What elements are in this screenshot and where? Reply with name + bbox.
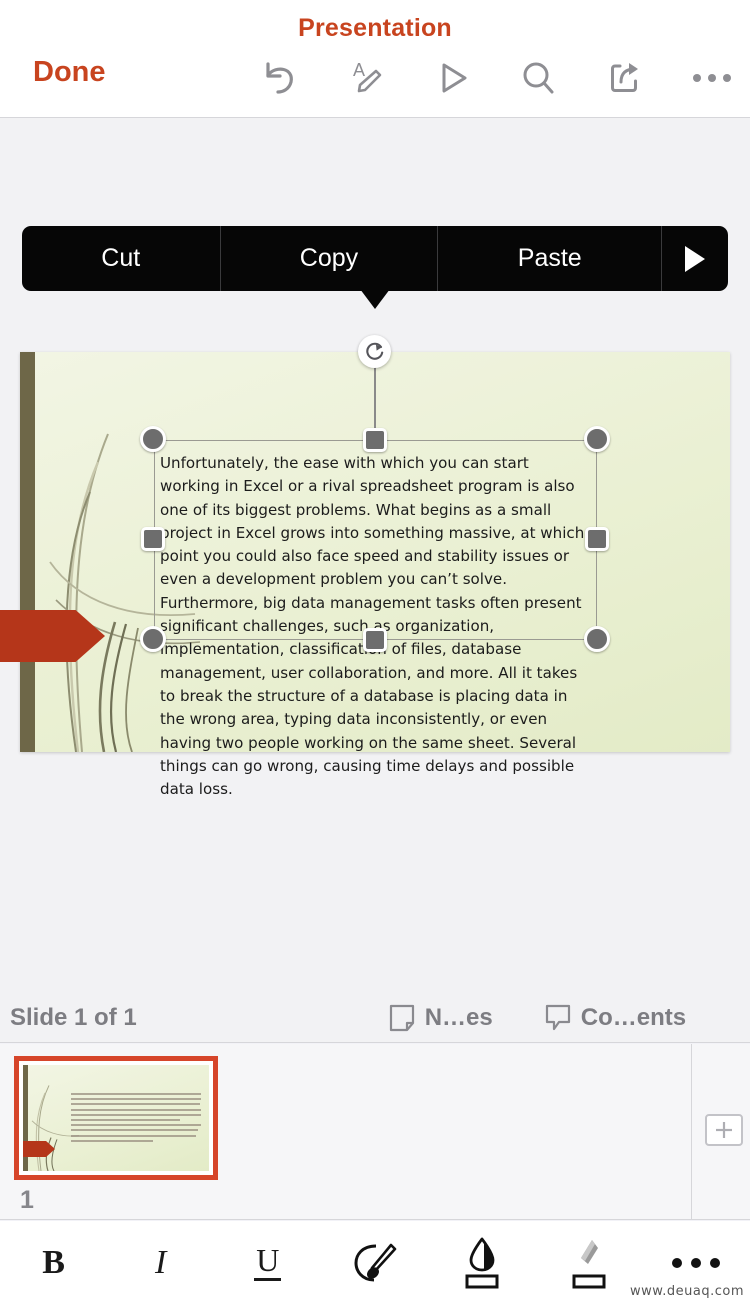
highlight-color-button[interactable] [536, 1221, 643, 1304]
play-icon [442, 63, 467, 93]
resize-handle-middle-left[interactable] [141, 527, 165, 551]
top-toolbar-icons: A [250, 50, 740, 106]
context-menu-pointer [360, 289, 390, 309]
italic-icon: I [155, 1243, 167, 1281]
thumbnail-text-lines [71, 1093, 201, 1145]
resize-handle-bottom-right[interactable] [584, 626, 610, 652]
highlight-color-icon [572, 1239, 606, 1288]
watermark: www.deuaq.com [630, 1284, 744, 1299]
fill-color-button[interactable] [429, 1221, 536, 1304]
comment-icon [545, 1004, 570, 1030]
slide-thumbnail-strip: 1 [0, 1044, 750, 1220]
top-toolbar: Presentation Done A [0, 0, 750, 118]
paste-menu-item[interactable]: Paste [438, 226, 662, 291]
rotate-icon [365, 342, 383, 360]
thumbnail-number: 1 [20, 1186, 34, 1214]
cut-menu-item[interactable]: Cut [22, 226, 221, 291]
thumbnail-frame [14, 1056, 218, 1180]
share-button[interactable] [597, 50, 653, 106]
notes-icon [389, 1004, 414, 1031]
format-painter-button[interactable] [321, 1221, 428, 1304]
context-menu-next-button[interactable] [662, 226, 728, 291]
page-title: Presentation [298, 14, 452, 42]
svg-text:A: A [353, 60, 365, 80]
resize-handle-top-left[interactable] [140, 426, 166, 452]
powerpoint-mobile-screen: Presentation Done A Unfortunately, the e… [0, 0, 750, 1304]
undo-icon [266, 62, 293, 94]
comments-label: Co…ents [580, 1003, 687, 1031]
thumbnail-strip-divider [691, 1044, 692, 1220]
notes-label: N…es [424, 1003, 493, 1031]
resize-handle-bottom-center[interactable] [363, 628, 387, 652]
bold-button[interactable]: B [0, 1221, 107, 1304]
text-edit-icon: A [353, 60, 382, 93]
resize-handle-middle-right[interactable] [585, 527, 609, 551]
underline-icon: U [254, 1244, 282, 1281]
slide-counter: Slide 1 of 1 [10, 1003, 137, 1031]
status-bar: Slide 1 of 1 N…es Co…ents [0, 993, 750, 1043]
done-button[interactable]: Done [33, 56, 106, 89]
undo-button[interactable] [250, 50, 306, 106]
thumbnail-preview [23, 1065, 209, 1171]
search-button[interactable] [510, 50, 566, 106]
bold-icon: B [42, 1243, 65, 1281]
italic-button[interactable]: I [107, 1221, 214, 1304]
resize-handle-top-center[interactable] [363, 428, 387, 452]
underline-button[interactable]: U [214, 1221, 321, 1304]
text-edit-button[interactable]: A [337, 50, 393, 106]
share-icon [611, 63, 639, 92]
more-options-button[interactable] [684, 50, 740, 106]
rotate-handle[interactable] [358, 335, 391, 368]
plus-icon [716, 1122, 732, 1138]
more-icon [692, 74, 731, 82]
play-slideshow-button[interactable] [424, 50, 480, 106]
slide-body-text[interactable]: Unfortunately, the ease with which you c… [160, 452, 592, 798]
copy-menu-item[interactable]: Copy [221, 226, 439, 291]
chevron-right-icon [685, 245, 705, 272]
thumbnail-slide-1[interactable]: 1 [14, 1056, 218, 1215]
add-slide-button[interactable] [705, 1114, 743, 1146]
resize-handle-top-right[interactable] [584, 426, 610, 452]
fill-color-icon [465, 1237, 499, 1288]
comments-button[interactable]: Co…ents [545, 1004, 686, 1032]
format-painter-icon [354, 1243, 397, 1281]
context-menu: Cut Copy Paste [22, 226, 728, 291]
notes-button[interactable]: N…es [389, 1004, 493, 1032]
resize-handle-bottom-left[interactable] [140, 626, 166, 652]
search-icon [523, 62, 554, 94]
more-icon [672, 1257, 721, 1268]
